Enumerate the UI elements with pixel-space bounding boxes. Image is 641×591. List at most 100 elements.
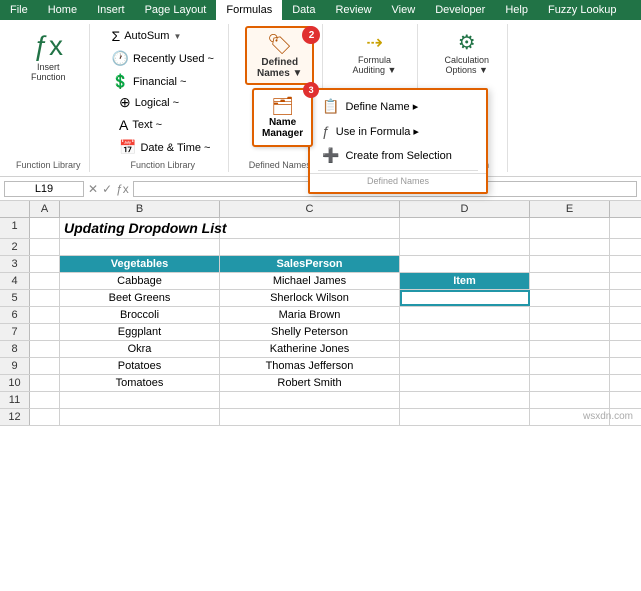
- tab-data[interactable]: Data: [282, 0, 325, 20]
- tab-home[interactable]: Home: [38, 0, 87, 20]
- row-10: 10 Tomatoes Robert Smith: [0, 375, 641, 392]
- cell-a1[interactable]: [30, 218, 60, 238]
- cell-e3[interactable]: [530, 256, 610, 272]
- text-button[interactable]: A Text ~: [113, 115, 216, 135]
- cell-c10[interactable]: Robert Smith: [220, 375, 400, 391]
- cell-c2[interactable]: [220, 239, 400, 255]
- insert-function-button[interactable]: ƒx InsertFunction: [23, 26, 74, 86]
- cell-b10[interactable]: Tomatoes: [60, 375, 220, 391]
- cell-e11[interactable]: [530, 392, 610, 408]
- define-name-menu-item[interactable]: 📋 Define Name ▸: [310, 94, 486, 119]
- cell-d7[interactable]: [400, 324, 530, 340]
- cell-e1[interactable]: [530, 218, 610, 238]
- cell-d5[interactable]: [400, 290, 530, 306]
- cell-e2[interactable]: [530, 239, 610, 255]
- tab-file[interactable]: File: [0, 0, 38, 20]
- cell-a4[interactable]: [30, 273, 60, 289]
- cell-d12[interactable]: [400, 409, 530, 425]
- cell-c9[interactable]: Thomas Jefferson: [220, 358, 400, 374]
- logical-button[interactable]: ⊕ Logical ~: [113, 92, 216, 113]
- name-manager-active-button[interactable]: 3 🗂 NameManager: [252, 88, 313, 147]
- tab-view[interactable]: View: [382, 0, 426, 20]
- cell-e9[interactable]: [530, 358, 610, 374]
- cell-a9[interactable]: [30, 358, 60, 374]
- financial-button[interactable]: 💲 Financial ~: [106, 71, 220, 92]
- enter-formula-icon[interactable]: ✓: [102, 182, 112, 196]
- use-in-formula-label: Use in Formula ▸: [336, 125, 419, 138]
- calculation-options-button[interactable]: ⚙ CalculationOptions ▼: [434, 26, 499, 79]
- cell-b5[interactable]: Beet Greens: [60, 290, 220, 306]
- insert-function-label: InsertFunction: [31, 62, 66, 82]
- cell-a7[interactable]: [30, 324, 60, 340]
- date-time-button[interactable]: 📅 Date & Time ~: [113, 137, 216, 158]
- cell-b7[interactable]: Eggplant: [60, 324, 220, 340]
- row-header-3: 3: [0, 256, 30, 272]
- cell-b12[interactable]: [60, 409, 220, 425]
- function-library-btns2: ⊕ Logical ~ A Text ~ 📅 Date & Time ~: [113, 92, 216, 158]
- recently-used-button[interactable]: 🕐 Recently Used ~: [106, 48, 220, 69]
- autosum-chevron: ▼: [173, 32, 181, 41]
- row-2: 2: [0, 239, 641, 256]
- cell-e5[interactable]: [530, 290, 610, 306]
- cell-c11[interactable]: [220, 392, 400, 408]
- create-from-selection-menu-item[interactable]: ➕ Create from Selection: [310, 143, 486, 168]
- cell-d8[interactable]: [400, 341, 530, 357]
- cell-b9[interactable]: Potatoes: [60, 358, 220, 374]
- cell-d3[interactable]: [400, 256, 530, 272]
- cell-e6[interactable]: [530, 307, 610, 323]
- name-manager-label: NameManager: [262, 117, 303, 139]
- cell-c12[interactable]: [220, 409, 400, 425]
- cell-c3-sales-header[interactable]: SalesPerson: [220, 256, 400, 272]
- cell-b2[interactable]: [60, 239, 220, 255]
- cell-b11[interactable]: [60, 392, 220, 408]
- cell-a10[interactable]: [30, 375, 60, 391]
- cell-a11[interactable]: [30, 392, 60, 408]
- cell-e8[interactable]: [530, 341, 610, 357]
- tab-developer[interactable]: Developer: [425, 0, 495, 20]
- cell-b8[interactable]: Okra: [60, 341, 220, 357]
- col-header-d: D: [400, 201, 530, 217]
- cell-d11[interactable]: [400, 392, 530, 408]
- tab-review[interactable]: Review: [325, 0, 381, 20]
- tab-insert[interactable]: Insert: [87, 0, 135, 20]
- cell-d1[interactable]: [400, 218, 530, 238]
- ribbon-tabs: File Home Insert Page Layout Formulas Da…: [0, 0, 641, 20]
- cell-a5[interactable]: [30, 290, 60, 306]
- formula-auditing-button[interactable]: ⇢ FormulaAuditing ▼: [339, 26, 409, 79]
- cell-d6[interactable]: [400, 307, 530, 323]
- cell-d4-item-header[interactable]: Item: [400, 273, 530, 289]
- autosum-button[interactable]: Σ AutoSum ▼: [106, 26, 220, 46]
- cell-a2[interactable]: [30, 239, 60, 255]
- cell-b6[interactable]: Broccoli: [60, 307, 220, 323]
- cell-d10[interactable]: [400, 375, 530, 391]
- cell-c1[interactable]: [220, 218, 400, 238]
- cell-b3-veg-header[interactable]: Vegetables: [60, 256, 220, 272]
- cell-a6[interactable]: [30, 307, 60, 323]
- cell-e4[interactable]: [530, 273, 610, 289]
- cell-d2[interactable]: [400, 239, 530, 255]
- cell-c6[interactable]: Maria Brown: [220, 307, 400, 323]
- cell-c4[interactable]: Michael James: [220, 273, 400, 289]
- cell-c8[interactable]: Katherine Jones: [220, 341, 400, 357]
- cell-b4[interactable]: Cabbage: [60, 273, 220, 289]
- cell-a12[interactable]: [30, 409, 60, 425]
- cell-e10[interactable]: [530, 375, 610, 391]
- cell-c7[interactable]: Shelly Peterson: [220, 324, 400, 340]
- cell-d9[interactable]: [400, 358, 530, 374]
- tab-fuzzy-lookup[interactable]: Fuzzy Lookup: [538, 0, 626, 20]
- row-11: 11: [0, 392, 641, 409]
- cell-a3[interactable]: [30, 256, 60, 272]
- cell-b1[interactable]: Updating Dropdown List: [60, 218, 220, 238]
- cell-c5[interactable]: Sherlock Wilson: [220, 290, 400, 306]
- cancel-formula-icon[interactable]: ✕: [88, 182, 98, 196]
- tab-help[interactable]: Help: [495, 0, 538, 20]
- main-wrapper: File Home Insert Page Layout Formulas Da…: [0, 0, 641, 426]
- name-box[interactable]: [4, 181, 84, 197]
- insert-function-bar-icon[interactable]: ƒx: [116, 182, 129, 196]
- cell-e7[interactable]: [530, 324, 610, 340]
- tab-formulas[interactable]: Formulas: [216, 0, 282, 20]
- row-header-10: 10: [0, 375, 30, 391]
- use-in-formula-menu-item[interactable]: ƒ Use in Formula ▸: [310, 119, 486, 143]
- tab-page-layout[interactable]: Page Layout: [135, 0, 217, 20]
- cell-a8[interactable]: [30, 341, 60, 357]
